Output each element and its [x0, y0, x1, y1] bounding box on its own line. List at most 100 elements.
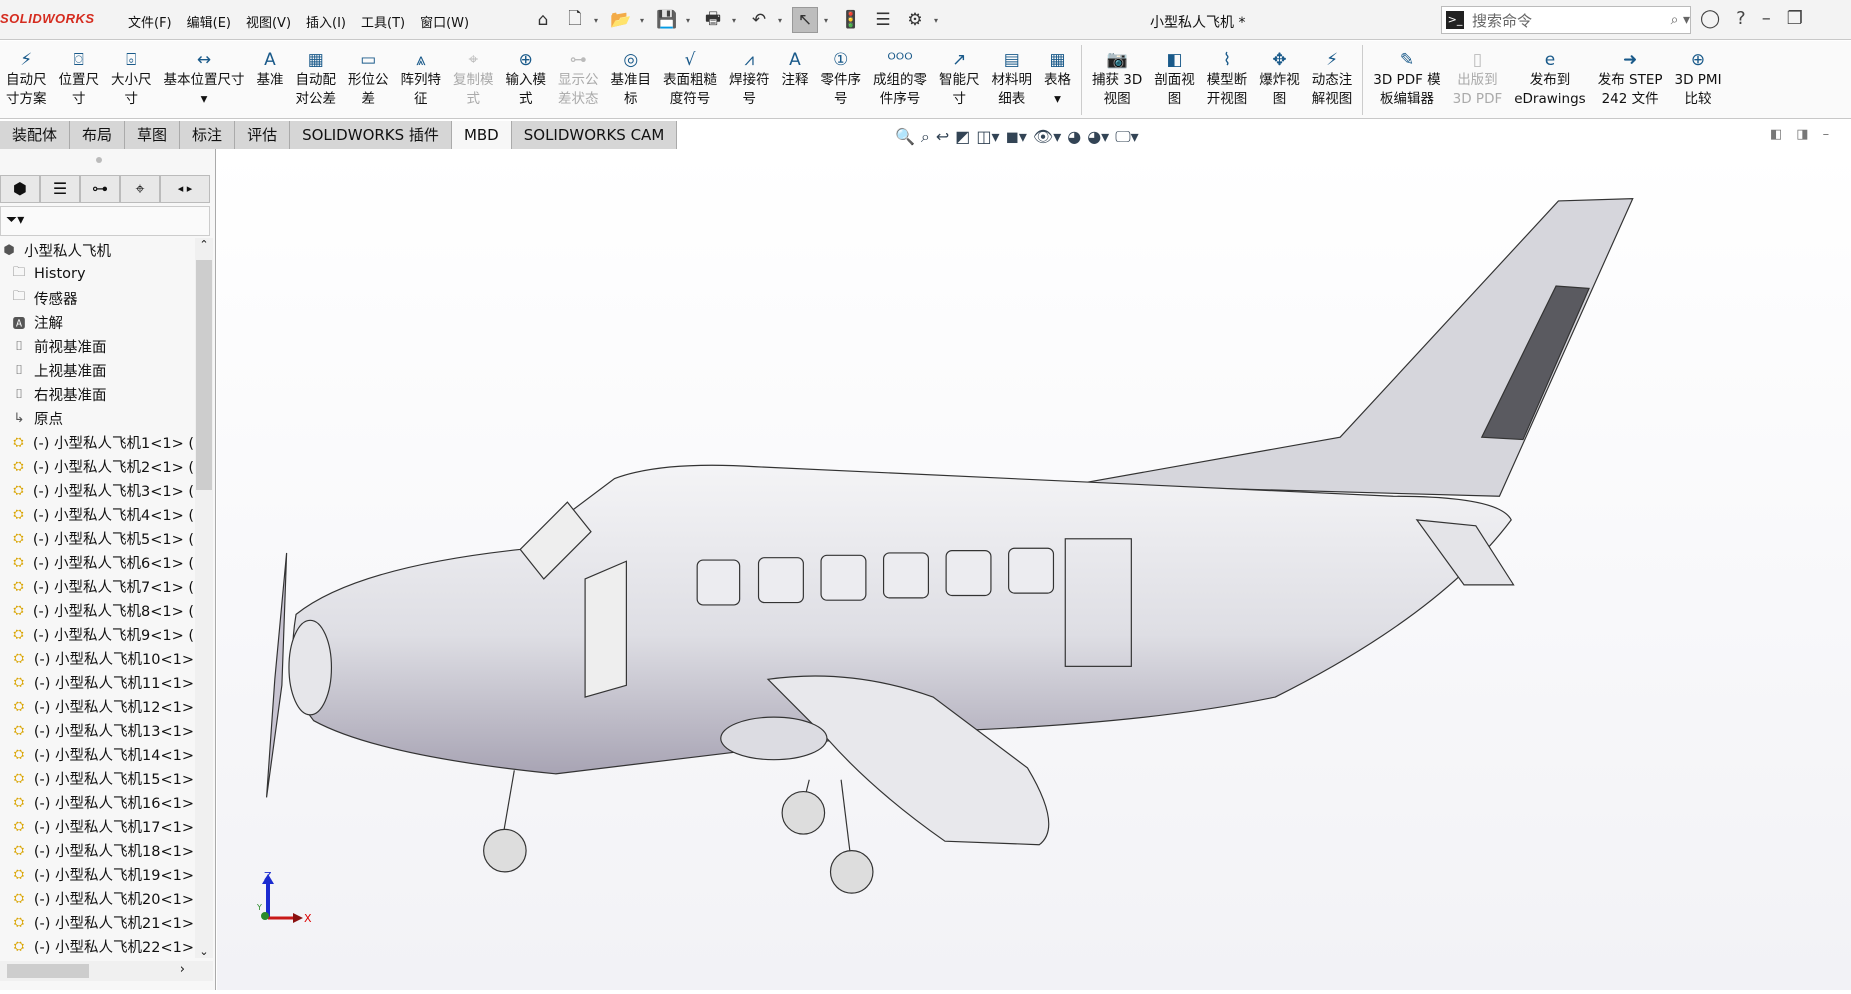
menu-item[interactable]: 插入(I) — [306, 12, 346, 31]
zoom-to-fit-icon[interactable]: 🔍 — [895, 127, 915, 147]
home-icon[interactable]: ⌂ — [530, 7, 556, 33]
command-button[interactable]: ⌻ 大小尺寸 — [105, 41, 158, 109]
command-button[interactable]: ⌇ 模型断 开视图 — [1201, 41, 1254, 109]
command-button[interactable]: ⩘ 焊接符号 — [723, 41, 776, 109]
command-button[interactable]: ▦ 自动配 对公差 — [290, 41, 343, 109]
dropdown-arrow-icon[interactable]: ▾ — [732, 16, 740, 25]
save-icon[interactable]: 💾 — [654, 7, 680, 33]
command-button[interactable]: ▦ 表格 ▾ — [1038, 41, 1077, 109]
search-icon[interactable]: ⌕ ▾ — [1671, 12, 1690, 28]
minimize-icon[interactable]: – — [1762, 8, 1771, 29]
tree-item[interactable]: ⛭ (-) 小型私人飞机15<1> — [0, 766, 194, 790]
zoom-area-icon[interactable]: ⌕ — [921, 127, 930, 147]
tree-item[interactable]: ⛭ (-) 小型私人飞机6<1> ( — [0, 550, 194, 574]
viewport-minimize-icon[interactable]: – — [1823, 127, 1830, 142]
panel-tab-scroll-arrows[interactable]: ◂ ▸ — [160, 175, 210, 203]
command-button[interactable]: ᴼᴼᴼ 成组的零 件序号 — [867, 41, 933, 109]
graphics-area[interactable] — [217, 149, 1851, 990]
command-button[interactable]: ⌼ 位置尺寸 — [53, 41, 106, 109]
file-properties-icon[interactable]: ☰ — [870, 7, 896, 33]
tab[interactable]: 评估 — [235, 121, 291, 149]
tree-item[interactable]: ⌷ 右视基准面 — [0, 382, 194, 406]
tree-item[interactable]: ⛭ (-) 小型私人飞机14<1> — [0, 742, 194, 766]
tree-item[interactable]: ⛭ (-) 小型私人飞机16<1> — [0, 790, 194, 814]
command-button[interactable]: ↗ 智能尺寸 — [933, 41, 986, 109]
tree-item[interactable]: ⬢ 小型私人飞机 — [0, 238, 194, 262]
menu-item[interactable]: 工具(T) — [361, 12, 405, 31]
panel-splitter-handle[interactable] — [96, 157, 102, 163]
undo-icon[interactable]: ↶ — [746, 7, 772, 33]
tree-item[interactable]: ⛭ (-) 小型私人飞机1<1> ( — [0, 430, 194, 454]
filter-icon[interactable]: ⏷▾ — [6, 212, 24, 228]
tree-item[interactable]: 🅰 注解 — [0, 310, 194, 334]
menu-item[interactable]: 视图(V) — [246, 12, 291, 31]
apply-scene-icon[interactable]: ◕▾ — [1087, 127, 1109, 147]
menu-item[interactable]: 窗口(W) — [420, 12, 469, 31]
tree-item[interactable]: ⛭ (-) 小型私人飞机7<1> ( — [0, 574, 194, 598]
command-button[interactable]: ⊕ 输入模式 — [500, 41, 553, 109]
previous-view-icon[interactable]: ↩ — [936, 127, 949, 147]
tree-item[interactable]: 🗀 传感器 — [0, 286, 194, 310]
menu-item[interactable]: 编辑(E) — [187, 12, 231, 31]
tab[interactable]: 布局 — [70, 121, 126, 149]
tree-item[interactable]: ⛭ (-) 小型私人飞机9<1> ( — [0, 622, 194, 646]
command-button[interactable]: ✎ 3D PDF 模板编辑器 — [1367, 41, 1446, 109]
tree-item[interactable]: ⛭ (-) 小型私人飞机17<1> — [0, 814, 194, 838]
tab[interactable]: SOLIDWORKS CAM — [511, 121, 678, 149]
tab[interactable]: 标注 — [180, 121, 236, 149]
tab[interactable]: MBD — [451, 121, 512, 149]
configurationmanager-icon[interactable]: ⊶ — [80, 175, 120, 203]
dropdown-arrow-icon[interactable]: ▾ — [934, 16, 942, 25]
tree-item[interactable]: ↳ 原点 — [0, 406, 194, 430]
scroll-down-icon[interactable]: ⌄ — [195, 945, 213, 958]
command-button[interactable]: ▤ 材料明 细表 — [986, 41, 1039, 109]
tree-item[interactable]: ⛭ (-) 小型私人飞机2<1> ( — [0, 454, 194, 478]
command-button[interactable]: A 基准 — [251, 41, 290, 90]
new-document-icon[interactable]: 🗋 — [562, 7, 588, 33]
tree-item[interactable]: ⛭ (-) 小型私人飞机5<1> ( — [0, 526, 194, 550]
edit-appearance-icon[interactable]: ◕ — [1067, 127, 1081, 147]
dropdown-arrow-icon[interactable]: ▾ — [686, 16, 694, 25]
command-button[interactable]: ▯ 出版到 3D PDF — [1447, 41, 1509, 109]
display-style-icon[interactable]: ◼▾ — [1006, 127, 1027, 147]
command-button[interactable]: ⊶ 显示公 差状态 — [552, 41, 605, 109]
command-button[interactable]: ➜ 发布 STEP 242 文件 — [1592, 41, 1669, 109]
help-icon[interactable]: ? — [1736, 8, 1746, 29]
command-button[interactable]: ⌖ 复制模式 — [447, 41, 500, 109]
open-icon[interactable]: 📂 — [608, 7, 634, 33]
command-button[interactable]: ⚡ 动态注 解视图 — [1306, 41, 1359, 109]
scroll-thumb[interactable] — [7, 964, 89, 978]
tree-item[interactable]: ⛭ (-) 小型私人飞机20<1> — [0, 886, 194, 910]
options-icon[interactable]: ⚙ — [902, 7, 928, 33]
tree-vertical-scrollbar[interactable]: ⌃ ⌄ — [195, 238, 213, 958]
tree-item[interactable]: ⛭ (-) 小型私人飞机3<1> ( — [0, 478, 194, 502]
dropdown-arrow-icon[interactable]: ▾ — [594, 16, 602, 25]
scroll-right-icon[interactable]: › — [180, 962, 185, 977]
tree-horizontal-scrollbar[interactable]: › — [0, 961, 213, 981]
section-view-icon[interactable]: ◩ — [955, 127, 970, 147]
collapse-left-icon[interactable]: ◧ — [1770, 127, 1782, 142]
tab[interactable]: SOLIDWORKS 插件 — [290, 121, 452, 149]
expand-right-icon[interactable]: ◨ — [1796, 127, 1808, 142]
tree-filter[interactable]: ⏷▾ — [0, 206, 210, 236]
command-button[interactable]: ◧ 剖面视图 — [1148, 41, 1201, 109]
command-button[interactable]: ▭ 形位公差 — [342, 41, 395, 109]
tree-item[interactable]: 🗀 History — [0, 262, 194, 286]
search-commands[interactable]: >_ 搜索命令 ⌕ ▾ — [1441, 6, 1691, 34]
tree-item[interactable]: ⌷ 前视基准面 — [0, 334, 194, 358]
command-button[interactable]: √ 表面粗糙 度符号 — [657, 41, 723, 109]
tree-item[interactable]: ⛭ (-) 小型私人飞机10<1> — [0, 646, 194, 670]
dropdown-arrow-icon[interactable]: ▾ — [640, 16, 648, 25]
command-button[interactable]: ↔ 基本位置尺寸 ▾ — [158, 41, 251, 109]
hide-show-icon[interactable]: 👁▾ — [1033, 127, 1061, 147]
command-button[interactable]: ⊕ 3D PMI 比较 — [1669, 41, 1728, 109]
tree-item[interactable]: ⛭ (-) 小型私人飞机12<1> — [0, 694, 194, 718]
command-button[interactable]: e 发布到 eDrawings — [1508, 41, 1591, 109]
tree-item[interactable]: ⛭ (-) 小型私人飞机22<1> — [0, 934, 194, 958]
user-icon[interactable]: ◯ — [1700, 8, 1720, 29]
tree-item[interactable]: ⛭ (-) 小型私人飞机19<1> — [0, 862, 194, 886]
tab[interactable]: 草图 — [125, 121, 181, 149]
rebuild-icon[interactable]: 🚦 — [838, 7, 864, 33]
command-button[interactable]: A 注释 — [776, 41, 815, 90]
select-icon[interactable]: ↖ — [792, 7, 818, 33]
